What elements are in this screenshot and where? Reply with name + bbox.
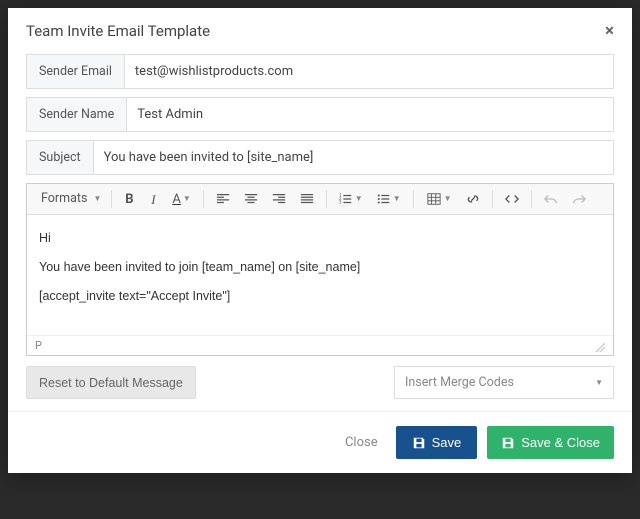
editor-line: You have been invited to join [team_name… [39,258,601,277]
sender-name-label: Sender Name [27,98,127,131]
align-left-icon[interactable] [210,188,236,210]
rich-text-editor: Formats ▼ B I A ▼ 123 ▼ [26,183,614,356]
separator [203,190,204,208]
editor-line: Hi [39,229,601,248]
subject-input[interactable] [94,141,613,174]
save-icon [501,436,515,450]
field-subject: Subject [26,140,614,175]
formats-label: Formats [41,193,87,206]
align-justify-icon[interactable] [294,188,320,210]
align-right-icon[interactable] [266,188,292,210]
separator [531,190,532,208]
separator [413,190,414,208]
unordered-list-icon[interactable]: ▼ [371,188,407,210]
field-sender-name: Sender Name [26,97,614,132]
code-icon[interactable] [499,188,525,210]
editor-toolbar: Formats ▼ B I A ▼ 123 ▼ [27,184,613,215]
merge-codes-dropdown[interactable]: Insert Merge Codes ▼ [394,366,614,399]
separator [492,190,493,208]
chevron-down-icon: ▼ [393,195,401,203]
link-icon[interactable] [460,188,486,210]
editor-line: [accept_invite text="Accept Invite"] [39,287,601,306]
text-color-icon[interactable]: A ▼ [166,189,196,210]
modal-dialog: Team Invite Email Template × Sender Emai… [8,8,632,473]
ordered-list-icon[interactable]: 123 ▼ [333,188,369,210]
save-button[interactable]: Save [396,426,478,459]
save-close-button-label: Save & Close [521,435,600,450]
chevron-down-icon: ▼ [444,195,452,203]
sender-email-label: Sender Email [27,55,125,88]
italic-icon[interactable]: I [142,189,164,210]
chevron-down-icon: ▼ [93,195,101,203]
modal-title: Team Invite Email Template [26,22,210,40]
element-path[interactable]: P [35,339,42,352]
save-icon [412,436,426,450]
formats-dropdown[interactable]: Formats ▼ [33,189,105,210]
reset-default-button[interactable]: Reset to Default Message [26,366,196,399]
close-icon[interactable]: × [605,23,614,40]
align-center-icon[interactable] [238,188,264,210]
separator [111,190,112,208]
resize-grip-icon[interactable] [595,342,605,352]
redo-icon[interactable] [566,188,592,210]
modal-body: Sender Email Sender Name Subject Formats… [8,54,632,411]
close-link[interactable]: Close [345,435,378,450]
editor-status-bar: P [27,335,613,355]
table-icon[interactable]: ▼ [420,188,458,210]
sender-name-input[interactable] [127,98,613,131]
separator [326,190,327,208]
below-editor-row: Reset to Default Message Insert Merge Co… [26,366,614,399]
bold-icon[interactable]: B [118,189,140,210]
chevron-down-icon: ▼ [595,378,603,387]
chevron-down-icon: ▼ [355,195,363,203]
svg-text:3: 3 [339,200,342,205]
sender-email-input[interactable] [125,55,613,88]
chevron-down-icon: ▼ [183,195,191,203]
undo-icon[interactable] [538,188,564,210]
modal-header: Team Invite Email Template × [8,8,632,54]
modal-footer: Close Save Save & Close [8,411,632,473]
subject-label: Subject [27,141,94,174]
save-button-label: Save [432,435,462,450]
editor-content-area[interactable]: Hi You have been invited to join [team_n… [27,215,613,335]
save-close-button[interactable]: Save & Close [487,426,614,459]
field-sender-email: Sender Email [26,54,614,89]
merge-codes-placeholder: Insert Merge Codes [405,375,514,390]
